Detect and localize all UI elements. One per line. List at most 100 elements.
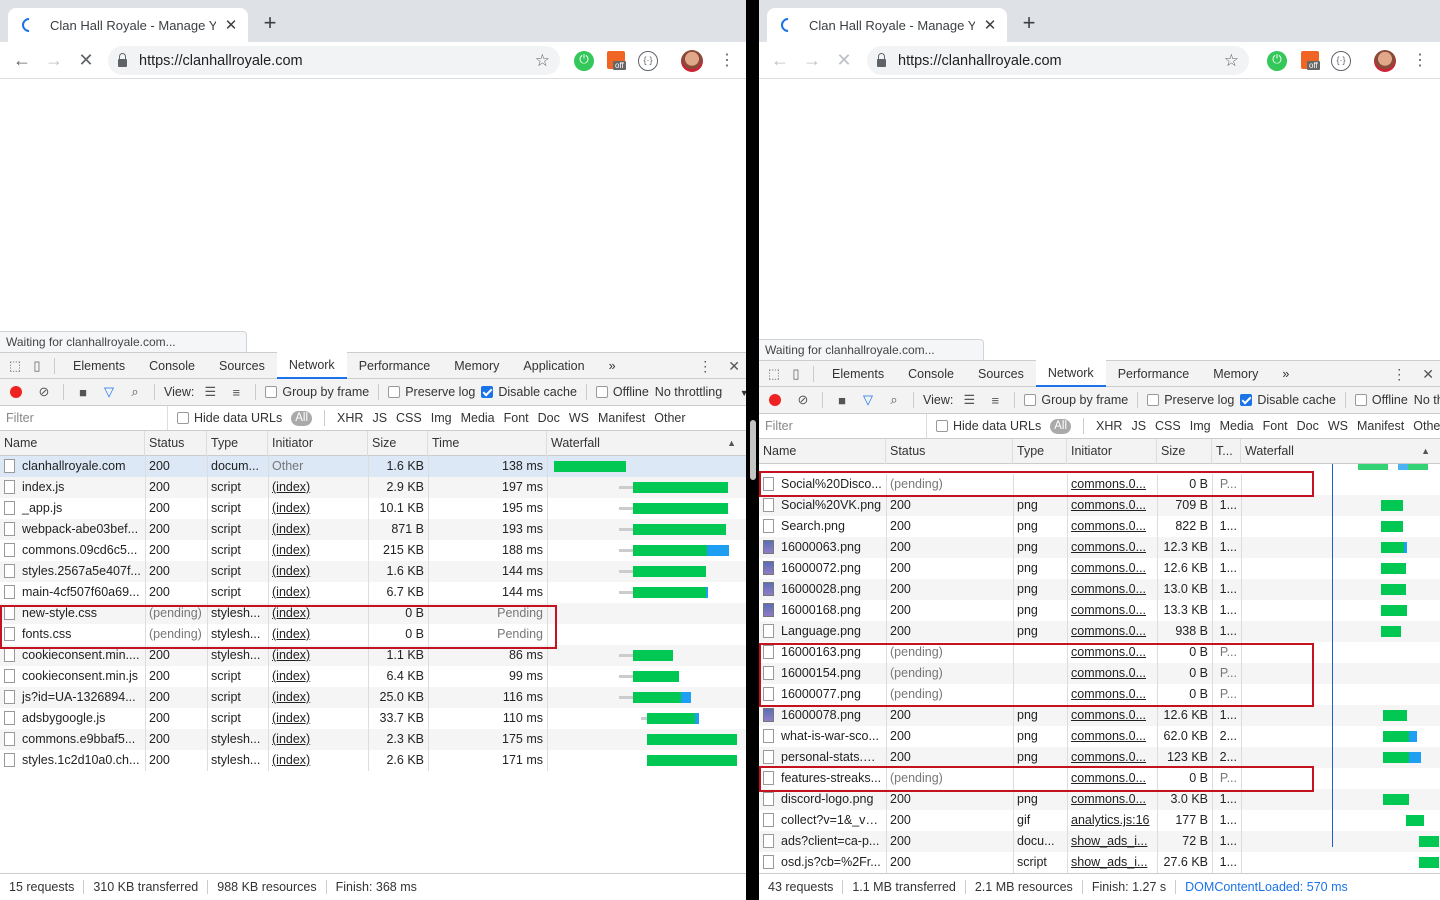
forward-button[interactable]: → <box>42 48 66 72</box>
cell-initiator[interactable]: (index) <box>268 624 368 645</box>
table-row[interactable]: cookieconsent.min.js 200 script (index) 6.4 … <box>0 666 746 687</box>
type-filter-other[interactable]: Other <box>1413 419 1440 433</box>
table-row[interactable]: Language.png 200 png commons.0... 938 B 1... <box>759 621 1440 642</box>
inspect-element-icon[interactable]: ⬚ <box>4 353 26 379</box>
type-filter-font[interactable]: Font <box>1263 419 1288 433</box>
screenshot-camera-icon[interactable]: ■ <box>832 393 852 408</box>
column-header-status[interactable]: Status <box>886 439 1013 464</box>
cell-initiator[interactable]: commons.0... <box>1067 747 1157 768</box>
table-row[interactable]: collect?v=1&_v=... 200 gif analytics.js:16 1… <box>759 810 1440 831</box>
power-extension-icon[interactable] <box>574 51 594 71</box>
type-filter-all[interactable]: All <box>1050 418 1072 434</box>
type-filter-xhr[interactable]: XHR <box>337 411 363 425</box>
type-filter-other[interactable]: Other <box>654 411 685 425</box>
cell-initiator[interactable]: (index) <box>268 729 368 750</box>
inspect-element-icon[interactable]: ⬚ <box>763 361 785 387</box>
throttling-select[interactable]: No throttling ▼ <box>655 385 746 399</box>
stop-loading-button[interactable]: ✕ <box>832 48 856 72</box>
type-filter-doc[interactable]: Doc <box>1297 419 1319 433</box>
cell-initiator[interactable]: commons.0... <box>1067 558 1157 579</box>
cell-initiator[interactable]: commons.0... <box>1067 705 1157 726</box>
cell-initiator[interactable]: commons.0... <box>1067 579 1157 600</box>
cell-initiator[interactable]: show_ads_i... <box>1067 831 1157 852</box>
close-tab-icon[interactable]: ✕ <box>983 16 997 34</box>
type-filter-font[interactable]: Font <box>504 411 529 425</box>
disable-cache-checkbox[interactable]: Disable cache <box>481 385 577 399</box>
type-filter-img[interactable]: Img <box>1190 419 1211 433</box>
table-row[interactable]: 16000063.png 200 png commons.0... 12.3 KB 1..… <box>759 537 1440 558</box>
devtools-menu-icon[interactable]: ⋮ <box>698 358 712 375</box>
power-extension-icon[interactable] <box>1267 51 1287 71</box>
cell-initiator[interactable]: commons.0... <box>1067 537 1157 558</box>
cell-initiator[interactable]: (index) <box>268 540 368 561</box>
cell-initiator[interactable]: commons.0... <box>1067 621 1157 642</box>
browser-tab[interactable]: Clan Hall Royale - Manage Your ✕ <box>767 8 1007 42</box>
cell-initiator[interactable]: commons.0... <box>1067 663 1157 684</box>
table-row[interactable]: styles.1c2d10a0.ch... 200 stylesh... (index… <box>0 750 746 771</box>
table-row[interactable]: commons.e9bbaf5... 200 stylesh... (index) 2.… <box>0 729 746 750</box>
cell-initiator[interactable]: (index) <box>268 645 368 666</box>
cell-initiator[interactable]: (index) <box>268 666 368 687</box>
cell-initiator[interactable]: (index) <box>268 498 368 519</box>
cell-initiator[interactable]: commons.0... <box>1067 642 1157 663</box>
filter-funnel-icon[interactable]: ▽ <box>858 392 878 408</box>
table-row[interactable]: webpack-abe03bef... 200 script (index) 871 B… <box>0 519 746 540</box>
back-button[interactable]: ← <box>10 48 34 72</box>
record-icon[interactable] <box>769 394 781 406</box>
scrollbar-thumb[interactable] <box>750 420 756 480</box>
cell-initiator[interactable]: commons.0... <box>1067 600 1157 621</box>
table-row[interactable]: adsbygoogle.js 200 script (index) 33.7 KB 110… <box>0 708 746 729</box>
table-row[interactable]: main-4cf507f60a69... 200 script (index) 6.7 … <box>0 582 746 603</box>
cell-initiator[interactable]: commons.0... <box>1067 768 1157 789</box>
table-row[interactable]: what-is-war-sco... 200 png commons.0... 62.0… <box>759 726 1440 747</box>
column-header-waterfall[interactable]: Waterfall <box>547 431 746 456</box>
table-row[interactable]: index.js 200 script (index) 2.9 KB 197 ms <box>0 477 746 498</box>
type-filter-doc[interactable]: Doc <box>538 411 560 425</box>
bookmark-star-icon[interactable]: ☆ <box>1224 51 1239 71</box>
type-filter-js[interactable]: JS <box>372 411 387 425</box>
close-devtools-icon[interactable]: ✕ <box>1422 366 1434 383</box>
type-filter-xhr[interactable]: XHR <box>1096 419 1122 433</box>
tab-memory[interactable]: Memory <box>1201 361 1270 387</box>
offline-checkbox[interactable]: Offline <box>1354 393 1408 407</box>
type-filter-img[interactable]: Img <box>431 411 452 425</box>
devtools-menu-icon[interactable]: ⋮ <box>1392 366 1406 383</box>
column-header-size[interactable]: Size <box>1157 439 1212 464</box>
cell-initiator[interactable]: (index) <box>268 708 368 729</box>
new-tab-button[interactable]: + <box>1015 10 1043 36</box>
tab-memory[interactable]: Memory <box>442 353 511 379</box>
disable-cache-checkbox[interactable]: Disable cache <box>1240 393 1336 407</box>
column-header-size[interactable]: Size <box>368 431 428 456</box>
close-tab-icon[interactable]: ✕ <box>224 16 238 34</box>
table-row[interactable]: discord-logo.png 200 png commons.0... 3.0 KB… <box>759 789 1440 810</box>
cell-initiator[interactable]: commons.0... <box>1067 516 1157 537</box>
search-icon[interactable]: ⌕ <box>125 384 145 400</box>
filter-input[interactable]: Filter <box>0 406 168 430</box>
waterfall-overview-icon[interactable]: ≡ <box>985 393 1005 408</box>
group-by-frame-checkbox[interactable]: Group by frame <box>1024 393 1128 407</box>
cell-initiator[interactable]: (index) <box>268 561 368 582</box>
column-header-waterfall[interactable]: Waterfall <box>1241 439 1440 464</box>
waterfall-overview-icon[interactable]: ≡ <box>226 385 246 400</box>
throttling-select[interactable]: No th <box>1414 393 1440 407</box>
column-header-initiator[interactable]: Initiator <box>268 431 368 456</box>
cell-initiator[interactable]: (index) <box>268 582 368 603</box>
cell-initiator[interactable]: show_ads_i... <box>1067 852 1157 873</box>
browser-menu-icon[interactable]: ⋮ <box>719 49 735 73</box>
tab-console[interactable]: Console <box>896 361 966 387</box>
preserve-log-checkbox[interactable]: Preserve log <box>388 385 475 399</box>
more-tabs-chevron-icon[interactable]: » <box>597 353 628 379</box>
cell-initiator[interactable]: (index) <box>268 519 368 540</box>
type-filter-media[interactable]: Media <box>461 411 495 425</box>
table-row[interactable]: clanhallroyale.com 200 docum... Other 1.6 KB… <box>0 456 746 477</box>
tab-performance[interactable]: Performance <box>347 353 443 379</box>
column-header-type[interactable]: Type <box>207 431 268 456</box>
table-row[interactable]: 16000078.png 200 png commons.0... 12.6 KB 1..… <box>759 705 1440 726</box>
bookmark-star-icon[interactable]: ☆ <box>535 51 550 71</box>
json-extension-icon[interactable]: {·} <box>1331 51 1351 71</box>
stop-loading-button[interactable]: ✕ <box>74 48 98 72</box>
hide-data-urls-checkbox[interactable]: Hide data URLs <box>177 411 282 425</box>
table-row[interactable]: 16000072.png 200 png commons.0... 12.6 KB 1..… <box>759 558 1440 579</box>
cell-initiator[interactable]: commons.0... <box>1067 726 1157 747</box>
cell-initiator[interactable]: Other <box>268 456 368 477</box>
